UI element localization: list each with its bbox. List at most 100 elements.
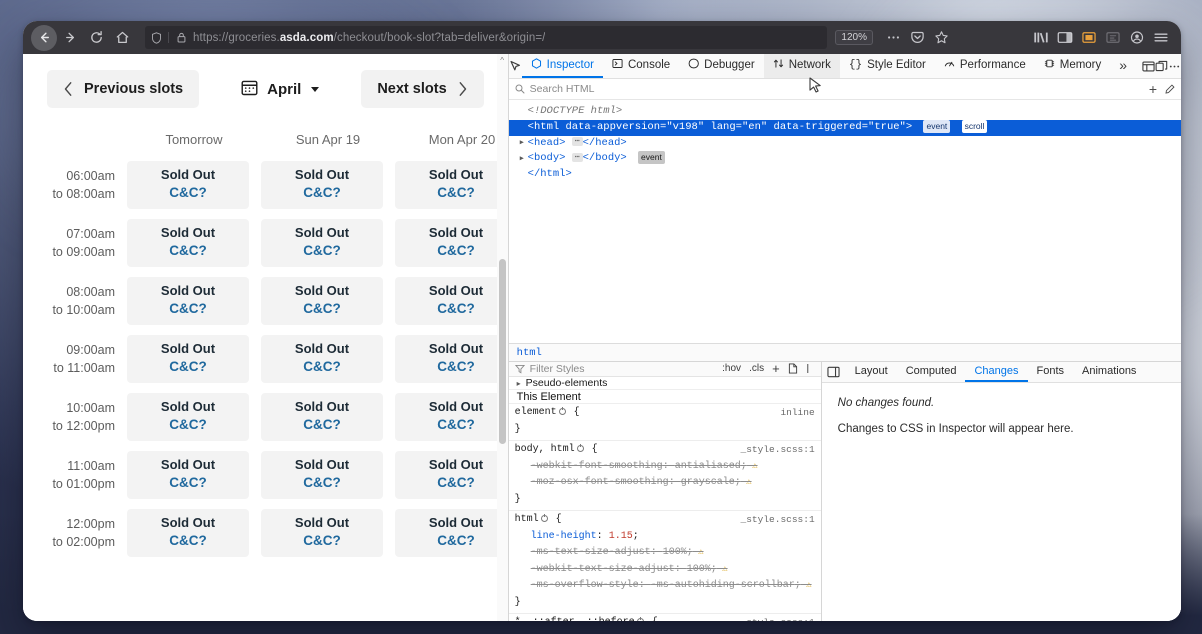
css-property[interactable]: -ms-text-size-adjust — [531, 547, 651, 558]
bookmark-star-icon[interactable] — [929, 26, 953, 50]
css-rule[interactable]: *, ::after, ::before {_style.scss:1-webk… — [509, 614, 821, 621]
slot-cell[interactable]: Sold Out C&C? — [261, 509, 383, 557]
css-declaration[interactable]: line-height: 1.15; — [509, 529, 821, 546]
month-picker[interactable]: April — [241, 79, 320, 100]
markup-breadcrumb-bar[interactable]: html — [508, 343, 1181, 361]
slot-cell[interactable]: Sold Out C&C? — [395, 277, 508, 325]
address-bar[interactable]: https://groceries.asda.com/checkout/book… — [145, 26, 828, 49]
tab-style-editor[interactable]: {} Style Editor — [840, 54, 935, 78]
click-and-collect-link[interactable]: C&C? — [437, 300, 475, 318]
home-icon[interactable] — [109, 25, 135, 51]
separate-window-icon[interactable] — [1155, 54, 1168, 78]
slot-cell[interactable]: Sold Out C&C? — [127, 451, 249, 499]
css-value[interactable]: antialiased — [675, 461, 741, 472]
container-tabs-icon[interactable] — [1077, 26, 1101, 50]
search-html-row[interactable]: Search HTML + — [508, 79, 1181, 100]
slot-cell[interactable]: Sold Out C&C? — [261, 393, 383, 441]
click-and-collect-link[interactable]: C&C? — [303, 242, 341, 260]
scroll-badge[interactable]: scroll — [961, 119, 988, 133]
css-value[interactable]: 100% — [663, 547, 687, 558]
hov-toggle[interactable]: :hov — [722, 363, 741, 374]
click-and-collect-link[interactable]: C&C? — [303, 184, 341, 202]
click-and-collect-link[interactable]: C&C? — [437, 532, 475, 550]
tab-debugger[interactable]: Debugger — [679, 54, 764, 78]
previous-slots-button[interactable]: Previous slots — [47, 70, 200, 108]
cls-toggle[interactable]: .cls — [749, 363, 764, 374]
scrollbar-thumb[interactable] — [498, 259, 506, 444]
css-selector[interactable]: *, ::after, ::before — [515, 617, 635, 621]
event-badge[interactable]: event — [923, 119, 951, 133]
css-property[interactable]: line-height — [531, 531, 597, 542]
tab-changes[interactable]: Changes — [965, 362, 1028, 382]
tab-animations[interactable]: Animations — [1073, 362, 1145, 382]
css-rule[interactable]: element {inline} — [508, 404, 821, 442]
tab-memory[interactable]: Memory — [1035, 54, 1111, 78]
slot-cell[interactable]: Sold Out C&C? — [261, 451, 383, 499]
hamburger-menu-icon[interactable] — [1149, 26, 1173, 50]
expand-triangle-icon[interactable]: ▸ — [517, 379, 521, 388]
css-declaration[interactable]: -ms-overflow-style: -ms-autohiding-scrol… — [509, 578, 821, 595]
add-rule-icon[interactable]: + — [772, 362, 780, 375]
library-icon[interactable] — [1029, 26, 1053, 50]
edit-html-icon[interactable] — [1165, 84, 1175, 94]
markup-head-line[interactable]: ▸ <head> ⋯ </head> — [509, 136, 1181, 152]
slot-cell[interactable]: Sold Out C&C? — [395, 219, 508, 267]
css-property[interactable]: -ms-overflow-style — [531, 580, 639, 591]
css-value[interactable]: 100% — [687, 564, 711, 575]
markup-view[interactable]: <!DOCTYPE html> <html data-appversion="v… — [508, 100, 1181, 343]
slot-cell[interactable]: Sold Out C&C? — [395, 393, 508, 441]
toggle-rule-icon[interactable] — [636, 616, 644, 621]
tab-network[interactable]: Network — [763, 54, 840, 78]
page-actions-ellipsis-icon[interactable] — [881, 26, 905, 50]
slot-cell[interactable]: Sold Out C&C? — [395, 509, 508, 557]
pseudo-elements-row[interactable]: ▸ Pseudo-elements — [508, 377, 821, 391]
css-declaration[interactable]: -webkit-text-size-adjust: 100%; ⚠ — [509, 562, 821, 579]
css-rule[interactable]: body, html {_style.scss:1 -webkit-font-sm… — [508, 441, 821, 512]
sync-icon[interactable] — [1101, 26, 1125, 50]
click-and-collect-link[interactable]: C&C? — [169, 474, 207, 492]
click-and-collect-link[interactable]: C&C? — [169, 300, 207, 318]
click-and-collect-link[interactable]: C&C? — [437, 358, 475, 376]
slot-cell[interactable]: Sold Out C&C? — [127, 219, 249, 267]
slot-cell[interactable]: Sold Out C&C? — [395, 161, 508, 209]
css-rules-list[interactable]: element {inline} body, html {_style.scss:… — [508, 404, 821, 621]
rules-expand-icon[interactable] — [806, 363, 815, 374]
css-property[interactable]: -webkit-font-smoothing — [531, 461, 663, 472]
tracking-protection-shield-icon[interactable] — [151, 31, 162, 44]
next-slots-button[interactable]: Next slots — [361, 70, 484, 108]
css-source-link[interactable]: _style.scss:1 — [741, 442, 815, 459]
css-property[interactable]: -webkit-text-size-adjust — [531, 564, 675, 575]
tab-fonts[interactable]: Fonts — [1028, 362, 1074, 382]
css-value[interactable]: -ms-autohiding-scrollbar — [651, 580, 795, 591]
css-source-link[interactable]: _style.scss:1 — [741, 615, 815, 621]
markup-body-line[interactable]: ▸ <body> ⋯ </body> event — [509, 151, 1181, 167]
click-and-collect-link[interactable]: C&C? — [303, 474, 341, 492]
click-and-collect-link[interactable]: C&C? — [169, 416, 207, 434]
sidebar-toggle-icon[interactable] — [1053, 26, 1077, 50]
css-declaration[interactable]: -moz-osx-font-smoothing: grayscale; ⚠ — [509, 475, 821, 492]
css-property[interactable]: -moz-osx-font-smoothing — [531, 477, 669, 488]
tab-performance[interactable]: Performance — [935, 54, 1035, 78]
toggle-rule-icon[interactable] — [558, 406, 566, 416]
markup-doctype-line[interactable]: <!DOCTYPE html> — [509, 104, 1181, 120]
slot-cell[interactable]: Sold Out C&C? — [127, 277, 249, 325]
event-badge[interactable]: event — [638, 151, 665, 165]
slot-cell[interactable]: Sold Out C&C? — [127, 393, 249, 441]
devtools-tab-overflow[interactable]: » — [1110, 54, 1136, 78]
css-rule[interactable]: html {_style.scss:1 line-height: 1.15; -ms… — [508, 511, 821, 615]
slot-cell[interactable]: Sold Out C&C? — [261, 219, 383, 267]
toggle-rule-icon[interactable] — [576, 443, 584, 453]
tab-console[interactable]: Console — [603, 54, 679, 78]
click-and-collect-link[interactable]: C&C? — [303, 358, 341, 376]
scroll-up-arrow-icon[interactable]: ^ — [497, 57, 508, 65]
back-arrow-icon[interactable] — [31, 24, 57, 51]
slot-cell[interactable]: Sold Out C&C? — [261, 335, 383, 383]
css-source-link[interactable]: inline — [780, 405, 814, 422]
click-and-collect-link[interactable]: C&C? — [437, 184, 475, 202]
element-picker-icon[interactable] — [509, 54, 522, 78]
css-source-link[interactable]: _style.scss:1 — [741, 512, 815, 529]
click-and-collect-link[interactable]: C&C? — [169, 184, 207, 202]
css-selector[interactable]: html — [515, 514, 539, 525]
expand-triangle-icon[interactable]: ▸ — [519, 152, 528, 168]
filter-styles-row[interactable]: Filter Styles :hov .cls + — [508, 362, 821, 377]
